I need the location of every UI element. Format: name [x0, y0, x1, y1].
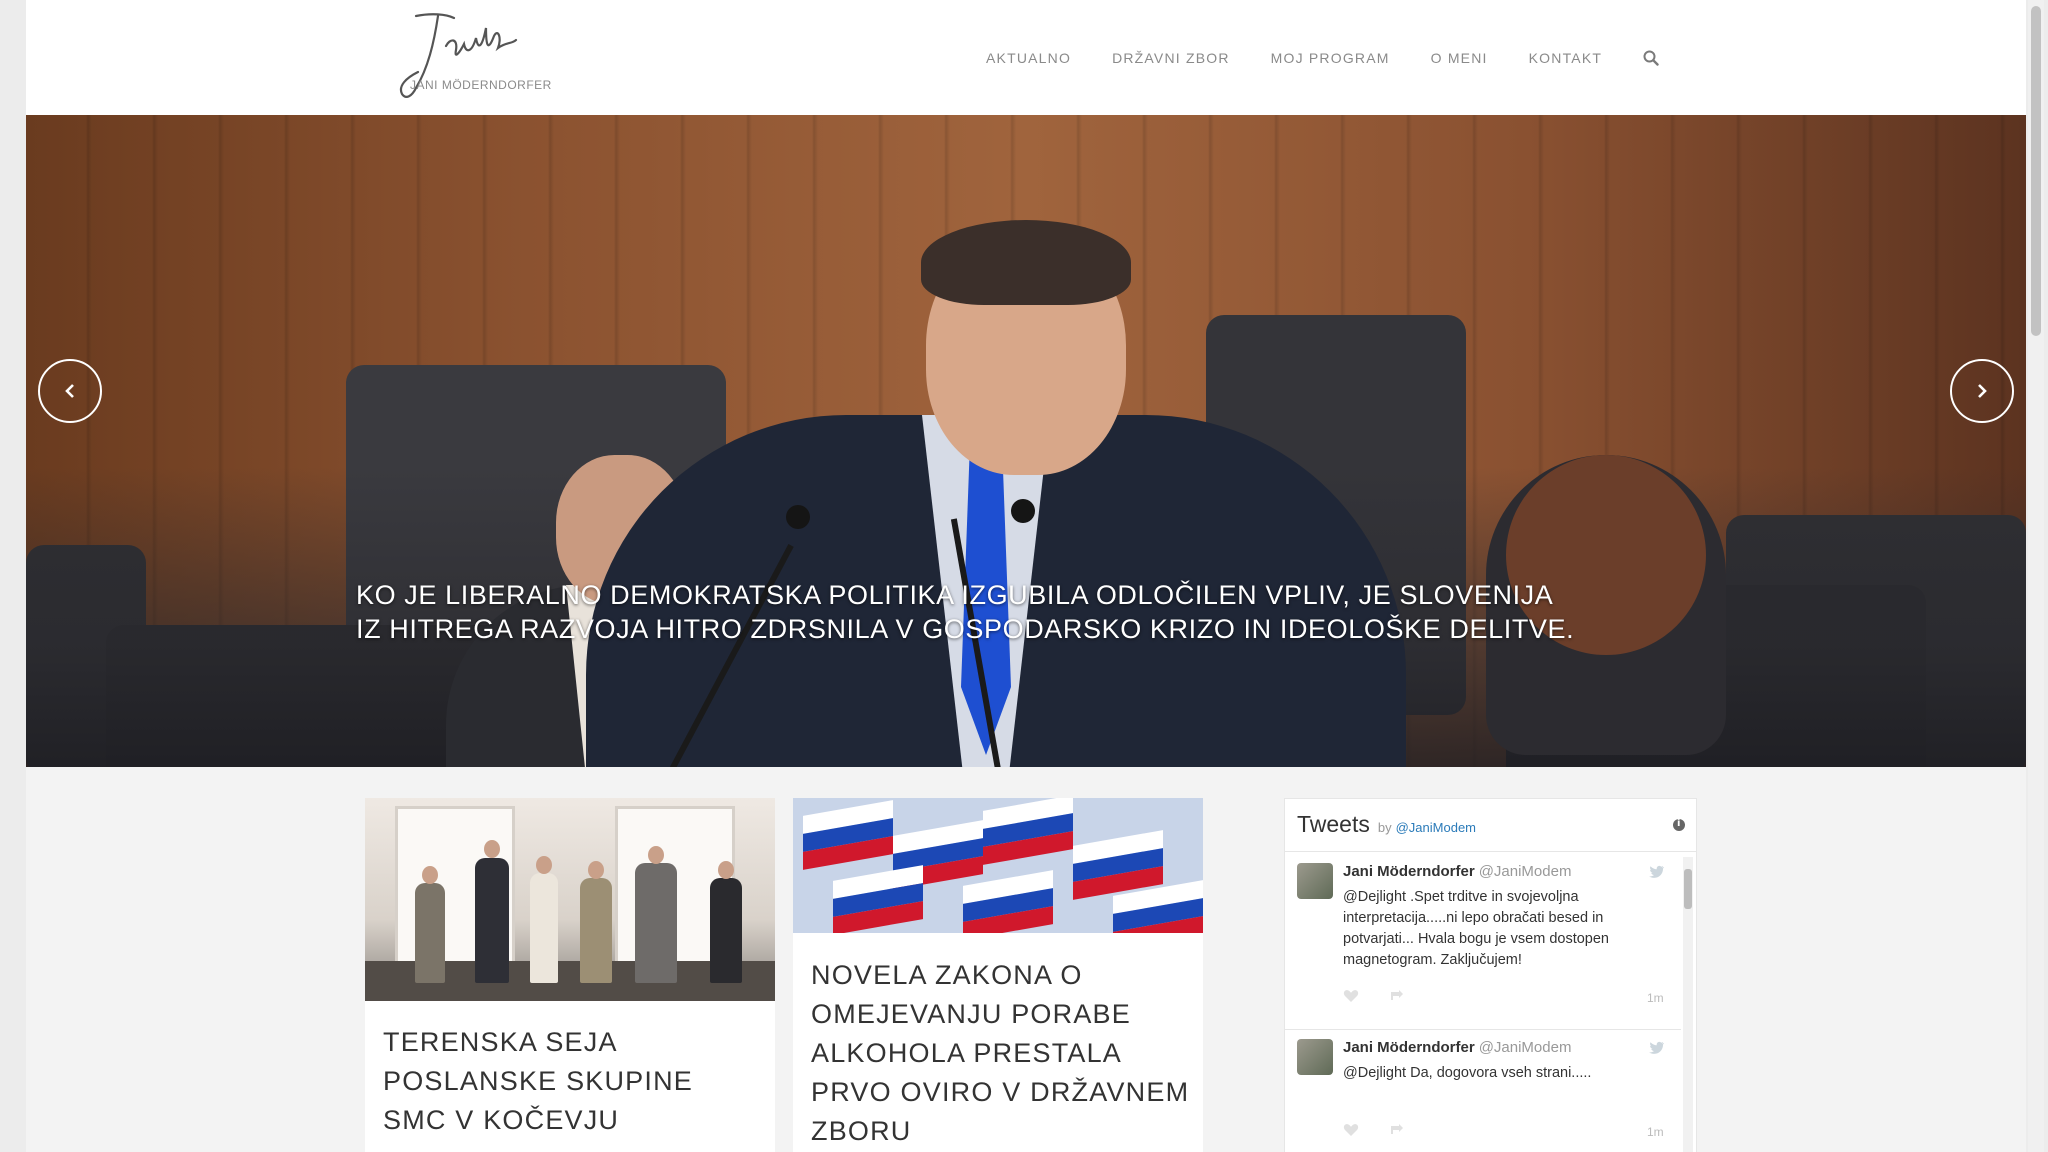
- twitter-bird-icon[interactable]: [1647, 865, 1665, 879]
- thumb-person: [580, 878, 612, 983]
- hero-speaker-hair: [921, 220, 1131, 305]
- slider-next-button[interactable]: [1950, 359, 2014, 423]
- thumb-person: [710, 878, 742, 983]
- thumb-person: [635, 863, 677, 983]
- slider-prev-button[interactable]: [38, 359, 102, 423]
- thumb-person-head: [536, 856, 552, 874]
- twitter-widget-title: Tweets: [1297, 811, 1370, 837]
- divider: [1285, 851, 1696, 852]
- main-nav: AKTUALNO DRŽAVNI ZBOR MOJ PROGRAM O MENI…: [986, 46, 1659, 70]
- nav-drzavni-zbor[interactable]: DRŽAVNI ZBOR: [1112, 50, 1230, 66]
- tweet[interactable]: Jani Möderndorfer @JaniModem @Dejlight Da…: [1285, 1035, 1681, 1152]
- tweet-author[interactable]: Jani Möderndorfer @JaniModem: [1343, 863, 1571, 880]
- thumb-person-head: [422, 866, 438, 884]
- avatar[interactable]: [1297, 863, 1333, 899]
- divider: [1285, 1029, 1681, 1030]
- info-icon[interactable]: [1673, 818, 1685, 831]
- tweet-actions: [1343, 989, 1435, 1003]
- flag-icon: [963, 870, 1053, 933]
- page-scrollbar[interactable]: [2028, 0, 2044, 1152]
- thumb-person-head: [718, 861, 734, 879]
- post-thumbnail[interactable]: [793, 798, 1203, 933]
- post-title[interactable]: NOVELA ZAKONA O OMEJEVANJU PORABE ALKOHO…: [811, 956, 1191, 1151]
- thumb-person: [415, 883, 445, 983]
- thumb-person-head: [648, 846, 664, 864]
- thumb-person-head: [588, 861, 604, 879]
- share-icon[interactable]: [1389, 989, 1405, 1003]
- tweet[interactable]: Jani Möderndorfer @JaniModem @Dejlight .S…: [1285, 859, 1681, 1027]
- chevron-right-icon: [1978, 384, 1987, 398]
- twitter-widget: Tweets by @JaniModem Jani Möderndorfer@J…: [1284, 798, 1697, 1152]
- page: Jani Möderndorfer AKTUALNO DRŽAVNI ZBOR …: [26, 0, 2026, 1152]
- tweet-author-handle: @JaniModem: [1478, 863, 1572, 880]
- share-icon[interactable]: [1389, 1123, 1405, 1137]
- hero-caption: KO JE LIBERALNO DEMOKRATSKA POLITIKA IZG…: [356, 578, 1656, 646]
- microphone-head: [786, 505, 810, 529]
- twitter-widget-by: by: [1377, 820, 1392, 835]
- tweet-text: @Dejlight Da, dogovora vseh strani.....: [1343, 1065, 1592, 1081]
- tweet-author-name: Jani Möderndorfer: [1343, 863, 1475, 880]
- tweet-author[interactable]: Jani Möderndorfer @JaniModem: [1343, 1039, 1571, 1056]
- tweet-text: @Dejlight .Spet trditve in svojevoljna i…: [1343, 889, 1609, 968]
- search-icon[interactable]: [1643, 50, 1659, 66]
- twitter-widget-scrollbar[interactable]: [1683, 857, 1693, 1152]
- thumb-person-head: [484, 840, 500, 858]
- nav-aktualno[interactable]: AKTUALNO: [986, 50, 1071, 66]
- thumb-person: [530, 873, 558, 983]
- tweet-author-handle: @JaniModem: [1478, 1039, 1572, 1056]
- hero-caption-line-1: KO JE LIBERALNO DEMOKRATSKA POLITIKA IZG…: [356, 580, 1554, 610]
- avatar[interactable]: [1297, 1039, 1333, 1075]
- twitter-widget-header: Tweets by @JaniModem: [1297, 811, 1476, 841]
- nav-o-meni[interactable]: O MENI: [1431, 50, 1488, 66]
- heart-icon[interactable]: [1343, 989, 1359, 1003]
- tweet-time[interactable]: 1m: [1647, 1125, 1664, 1139]
- logo-name: Jani Möderndorfer: [410, 78, 552, 92]
- site-header: Jani Möderndorfer AKTUALNO DRŽAVNI ZBOR …: [26, 0, 2026, 115]
- post-card[interactable]: NOVELA ZAKONA O OMEJEVANJU PORABE ALKOHO…: [793, 798, 1203, 1152]
- tweet-actions: [1343, 1123, 1435, 1137]
- tweet-time[interactable]: 1m: [1647, 991, 1664, 1005]
- post-card[interactable]: TERENSKA SEJA POSLANSKE SKUPINE SMC V KO…: [365, 798, 775, 1152]
- hero-caption-line-2: IZ HITREGA RAZVOJA HITRO ZDRSNILA V GOSP…: [356, 614, 1575, 644]
- heart-icon[interactable]: [1343, 1123, 1359, 1137]
- twitter-widget-handle-link[interactable]: @JaniModem: [1396, 820, 1476, 835]
- twitter-widget-scrollbar-thumb[interactable]: [1684, 869, 1692, 909]
- nav-kontakt[interactable]: KONTAKT: [1529, 50, 1602, 66]
- flag-icon: [983, 798, 1073, 865]
- hero-slider: KO JE LIBERALNO DEMOKRATSKA POLITIKA IZG…: [26, 115, 2026, 767]
- flag-icon: [803, 800, 893, 870]
- chevron-left-icon: [65, 384, 74, 398]
- nav-moj-program[interactable]: MOJ PROGRAM: [1271, 50, 1390, 66]
- flag-icon: [833, 865, 923, 933]
- twitter-bird-icon[interactable]: [1647, 1041, 1665, 1055]
- page-scrollbar-thumb[interactable]: [2031, 6, 2041, 336]
- microphone-head: [1011, 499, 1035, 523]
- tweet-author-name: Jani Möderndorfer: [1343, 1039, 1475, 1056]
- site-logo[interactable]: Jani Möderndorfer: [376, 8, 576, 108]
- post-title[interactable]: TERENSKA SEJA POSLANSKE SKUPINE SMC V KO…: [383, 1023, 763, 1140]
- post-thumbnail[interactable]: [365, 798, 775, 1001]
- thumb-person: [475, 858, 509, 983]
